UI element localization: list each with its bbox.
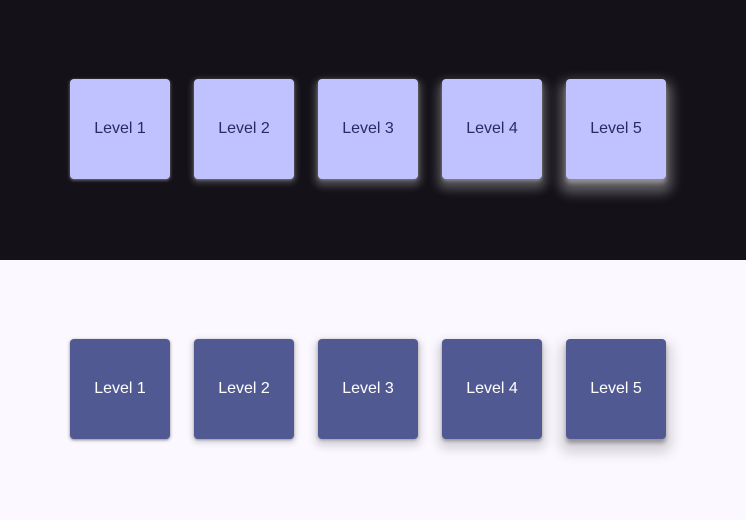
light-elevation-tile-5: Level 5 (566, 339, 666, 439)
dark-elevation-tile-5: Level 5 (566, 79, 666, 179)
dark-elevation-row: Level 1 Level 2 Level 3 Level 4 Level 5 (70, 79, 666, 179)
dark-theme-panel: Level 1 Level 2 Level 3 Level 4 Level 5 (0, 0, 746, 260)
light-theme-panel: Level 1 Level 2 Level 3 Level 4 Level 5 (0, 260, 746, 520)
light-elevation-tile-3: Level 3 (318, 339, 418, 439)
dark-elevation-tile-4: Level 4 (442, 79, 542, 179)
light-elevation-row: Level 1 Level 2 Level 3 Level 4 Level 5 (70, 339, 666, 439)
light-elevation-tile-2: Level 2 (194, 339, 294, 439)
dark-elevation-tile-3: Level 3 (318, 79, 418, 179)
dark-elevation-tile-1: Level 1 (70, 79, 170, 179)
dark-elevation-tile-2: Level 2 (194, 79, 294, 179)
light-elevation-tile-1: Level 1 (70, 339, 170, 439)
light-elevation-tile-4: Level 4 (442, 339, 542, 439)
